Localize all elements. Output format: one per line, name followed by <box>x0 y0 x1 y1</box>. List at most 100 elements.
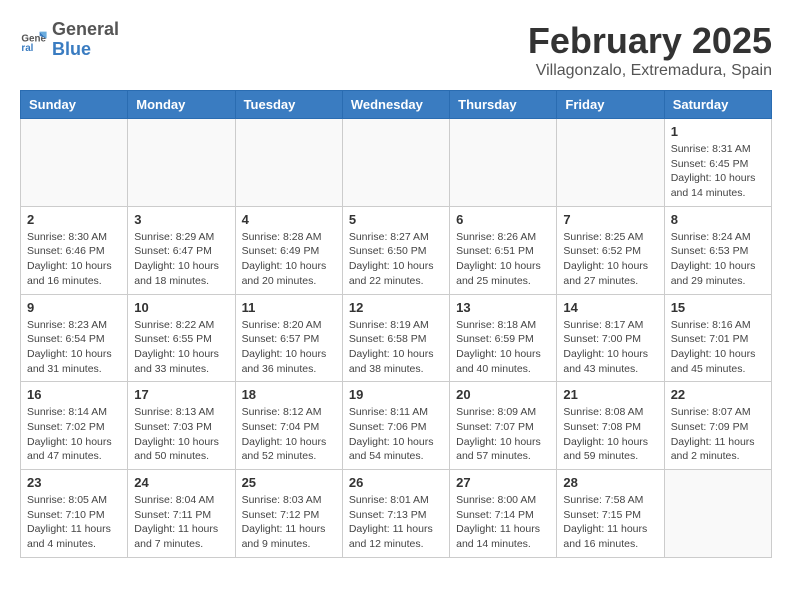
day-number: 4 <box>242 212 336 227</box>
day-info: Sunrise: 8:11 AM Sunset: 7:06 PM Dayligh… <box>349 405 443 464</box>
day-info: Sunrise: 8:01 AM Sunset: 7:13 PM Dayligh… <box>349 493 443 552</box>
day-number: 13 <box>456 300 550 315</box>
weekday-header-sunday: Sunday <box>21 91 128 119</box>
weekday-header-row: SundayMondayTuesdayWednesdayThursdayFrid… <box>21 91 772 119</box>
weekday-header-friday: Friday <box>557 91 664 119</box>
calendar-cell <box>235 119 342 207</box>
calendar-cell: 7Sunrise: 8:25 AM Sunset: 6:52 PM Daylig… <box>557 206 664 294</box>
day-number: 5 <box>349 212 443 227</box>
weekday-header-saturday: Saturday <box>664 91 771 119</box>
day-number: 22 <box>671 387 765 402</box>
calendar-cell <box>664 470 771 558</box>
day-number: 25 <box>242 475 336 490</box>
day-number: 18 <box>242 387 336 402</box>
calendar-week-row: 16 Sunrise: 8:14 AM Sunset: 7:02 PM Dayli… <box>21 382 772 470</box>
calendar-cell: 11 Sunrise: 8:20 AM Sunset: 6:57 PM Dayli… <box>235 294 342 382</box>
logo-general: General <box>52 20 119 40</box>
day-number: 23 <box>27 475 121 490</box>
calendar-week-row: 2 Sunrise: 8:30 AM Sunset: 6:46 PM Daylig… <box>21 206 772 294</box>
weekday-header-monday: Monday <box>128 91 235 119</box>
calendar-cell: 8Sunrise: 8:24 AM Sunset: 6:53 PM Daylig… <box>664 206 771 294</box>
calendar-cell <box>342 119 449 207</box>
day-info: Sunrise: 8:26 AM Sunset: 6:51 PM Dayligh… <box>456 230 550 289</box>
day-number: 2 <box>27 212 121 227</box>
calendar-cell: 6 Sunrise: 8:26 AM Sunset: 6:51 PM Daylig… <box>450 206 557 294</box>
logo: Gene ral General Blue <box>20 20 119 60</box>
day-info: Sunrise: 8:12 AM Sunset: 7:04 PM Dayligh… <box>242 405 336 464</box>
calendar-cell: 9 Sunrise: 8:23 AM Sunset: 6:54 PM Daylig… <box>21 294 128 382</box>
calendar-cell: 24Sunrise: 8:04 AM Sunset: 7:11 PM Dayli… <box>128 470 235 558</box>
calendar-cell <box>450 119 557 207</box>
day-info: Sunrise: 8:17 AM Sunset: 7:00 PM Dayligh… <box>563 318 657 377</box>
day-info: Sunrise: 8:16 AM Sunset: 7:01 PM Dayligh… <box>671 318 765 377</box>
day-number: 6 <box>456 212 550 227</box>
day-number: 14 <box>563 300 657 315</box>
svg-text:ral: ral <box>21 43 33 54</box>
calendar-cell: 12Sunrise: 8:19 AM Sunset: 6:58 PM Dayli… <box>342 294 449 382</box>
calendar-cell: 4Sunrise: 8:28 AM Sunset: 6:49 PM Daylig… <box>235 206 342 294</box>
day-number: 3 <box>134 212 228 227</box>
calendar-cell: 17Sunrise: 8:13 AM Sunset: 7:03 PM Dayli… <box>128 382 235 470</box>
calendar-cell: 10 Sunrise: 8:22 AM Sunset: 6:55 PM Dayli… <box>128 294 235 382</box>
calendar-cell: 22 Sunrise: 8:07 AM Sunset: 7:09 PM Dayli… <box>664 382 771 470</box>
weekday-header-tuesday: Tuesday <box>235 91 342 119</box>
weekday-header-thursday: Thursday <box>450 91 557 119</box>
calendar-cell: 21 Sunrise: 8:08 AM Sunset: 7:08 PM Dayli… <box>557 382 664 470</box>
day-info: Sunrise: 8:13 AM Sunset: 7:03 PM Dayligh… <box>134 405 228 464</box>
day-number: 11 <box>242 300 336 315</box>
day-info: Sunrise: 8:30 AM Sunset: 6:46 PM Dayligh… <box>27 230 121 289</box>
calendar-cell: 15 Sunrise: 8:16 AM Sunset: 7:01 PM Dayli… <box>664 294 771 382</box>
calendar-cell: 26 Sunrise: 8:01 AM Sunset: 7:13 PM Dayli… <box>342 470 449 558</box>
day-number: 24 <box>134 475 228 490</box>
day-number: 27 <box>456 475 550 490</box>
day-number: 1 <box>671 124 765 139</box>
calendar-cell: 19 Sunrise: 8:11 AM Sunset: 7:06 PM Dayli… <box>342 382 449 470</box>
calendar: SundayMondayTuesdayWednesdayThursdayFrid… <box>20 90 772 558</box>
logo-icon: Gene ral <box>20 26 48 54</box>
month-title: February 2025 <box>528 20 772 62</box>
day-number: 26 <box>349 475 443 490</box>
day-info: Sunrise: 8:14 AM Sunset: 7:02 PM Dayligh… <box>27 405 121 464</box>
calendar-week-row: 23 Sunrise: 8:05 AM Sunset: 7:10 PM Dayli… <box>21 470 772 558</box>
calendar-cell: 14 Sunrise: 8:17 AM Sunset: 7:00 PM Dayli… <box>557 294 664 382</box>
day-info: Sunrise: 8:25 AM Sunset: 6:52 PM Dayligh… <box>563 230 657 289</box>
day-info: Sunrise: 8:31 AM Sunset: 6:45 PM Dayligh… <box>671 142 765 201</box>
day-info: Sunrise: 8:29 AM Sunset: 6:47 PM Dayligh… <box>134 230 228 289</box>
calendar-cell: 20 Sunrise: 8:09 AM Sunset: 7:07 PM Dayli… <box>450 382 557 470</box>
title-area: February 2025 Villagonzalo, Extremadura,… <box>528 20 772 80</box>
day-number: 16 <box>27 387 121 402</box>
weekday-header-wednesday: Wednesday <box>342 91 449 119</box>
day-info: Sunrise: 8:03 AM Sunset: 7:12 PM Dayligh… <box>242 493 336 552</box>
day-number: 8 <box>671 212 765 227</box>
calendar-cell: 2 Sunrise: 8:30 AM Sunset: 6:46 PM Daylig… <box>21 206 128 294</box>
day-number: 12 <box>349 300 443 315</box>
calendar-cell: 1 Sunrise: 8:31 AM Sunset: 6:45 PM Daylig… <box>664 119 771 207</box>
day-number: 9 <box>27 300 121 315</box>
day-info: Sunrise: 8:09 AM Sunset: 7:07 PM Dayligh… <box>456 405 550 464</box>
day-number: 21 <box>563 387 657 402</box>
day-info: Sunrise: 8:22 AM Sunset: 6:55 PM Dayligh… <box>134 318 228 377</box>
calendar-cell: 28 Sunrise: 7:58 AM Sunset: 7:15 PM Dayli… <box>557 470 664 558</box>
day-info: Sunrise: 8:05 AM Sunset: 7:10 PM Dayligh… <box>27 493 121 552</box>
day-number: 10 <box>134 300 228 315</box>
day-number: 19 <box>349 387 443 402</box>
calendar-cell <box>128 119 235 207</box>
calendar-cell: 18 Sunrise: 8:12 AM Sunset: 7:04 PM Dayli… <box>235 382 342 470</box>
day-info: Sunrise: 8:20 AM Sunset: 6:57 PM Dayligh… <box>242 318 336 377</box>
day-info: Sunrise: 7:58 AM Sunset: 7:15 PM Dayligh… <box>563 493 657 552</box>
day-info: Sunrise: 8:00 AM Sunset: 7:14 PM Dayligh… <box>456 493 550 552</box>
day-info: Sunrise: 8:18 AM Sunset: 6:59 PM Dayligh… <box>456 318 550 377</box>
day-info: Sunrise: 8:27 AM Sunset: 6:50 PM Dayligh… <box>349 230 443 289</box>
location-title: Villagonzalo, Extremadura, Spain <box>528 62 772 80</box>
calendar-cell: 23 Sunrise: 8:05 AM Sunset: 7:10 PM Dayli… <box>21 470 128 558</box>
calendar-cell <box>557 119 664 207</box>
calendar-week-row: 9 Sunrise: 8:23 AM Sunset: 6:54 PM Daylig… <box>21 294 772 382</box>
day-info: Sunrise: 8:23 AM Sunset: 6:54 PM Dayligh… <box>27 318 121 377</box>
day-info: Sunrise: 8:07 AM Sunset: 7:09 PM Dayligh… <box>671 405 765 464</box>
day-number: 28 <box>563 475 657 490</box>
calendar-cell: 3 Sunrise: 8:29 AM Sunset: 6:47 PM Daylig… <box>128 206 235 294</box>
day-number: 15 <box>671 300 765 315</box>
day-number: 20 <box>456 387 550 402</box>
calendar-week-row: 1 Sunrise: 8:31 AM Sunset: 6:45 PM Daylig… <box>21 119 772 207</box>
day-info: Sunrise: 8:08 AM Sunset: 7:08 PM Dayligh… <box>563 405 657 464</box>
